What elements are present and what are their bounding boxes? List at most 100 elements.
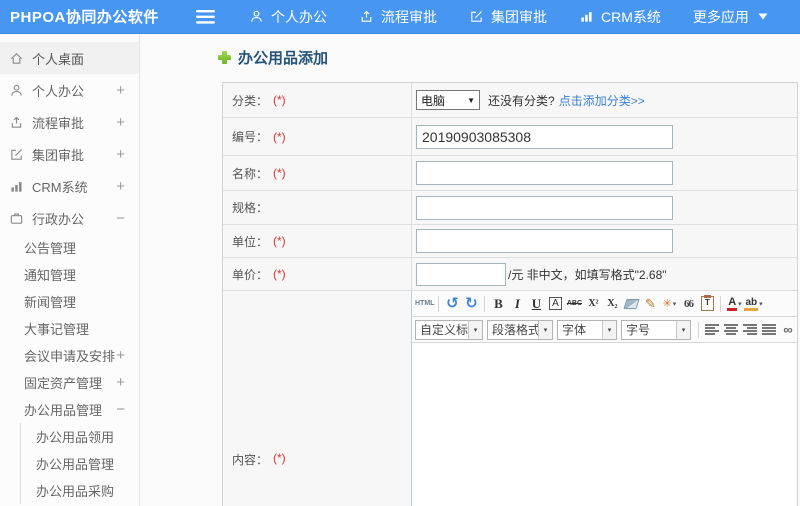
sidebar-item-4[interactable]: CRM系统 + bbox=[0, 170, 139, 202]
expand-icon[interactable]: + bbox=[116, 179, 125, 194]
align-right-icon[interactable] bbox=[741, 320, 759, 339]
bold-icon-glyph: B bbox=[494, 295, 503, 311]
menu-icon[interactable] bbox=[196, 9, 215, 24]
eraser-icon[interactable] bbox=[622, 294, 640, 313]
nav-item-label: CRM系统 bbox=[601, 8, 661, 25]
format-brush-icon-glyph: ✎ bbox=[645, 295, 656, 311]
sidebar-item-9[interactable]: 大事记管理 bbox=[0, 315, 139, 342]
paragraph-select[interactable]: 段落格式 ▾ bbox=[487, 319, 553, 340]
category-label: 分类： bbox=[232, 93, 269, 108]
link-icon[interactable]: ∞ bbox=[779, 320, 797, 339]
spec-label: 规格： bbox=[232, 201, 269, 215]
align-left-icon[interactable] bbox=[703, 320, 721, 339]
undo-icon[interactable]: ↺ bbox=[443, 294, 461, 313]
name-required-marker: (*) bbox=[273, 166, 286, 180]
collapse-icon[interactable]: − bbox=[116, 211, 125, 226]
code-required-marker: (*) bbox=[273, 129, 286, 144]
italic-icon[interactable]: I bbox=[508, 294, 526, 313]
spec-input[interactable] bbox=[416, 195, 673, 220]
flow-icon bbox=[9, 115, 24, 130]
app-logo: PHPOA协同办公软件 bbox=[10, 9, 159, 26]
sidebar-item-3[interactable]: 集团审批 + bbox=[0, 138, 139, 170]
auto-typeset-icon-glyph: ✳ bbox=[662, 298, 672, 310]
sidebar-item-8[interactable]: 新闻管理 bbox=[0, 288, 139, 315]
editor-content-area[interactable] bbox=[412, 343, 797, 506]
sidebar-item-0[interactable]: 个人桌面 bbox=[0, 42, 139, 74]
sidebar-item-15[interactable]: 办公用品采购 bbox=[20, 477, 139, 504]
sidebar-item-6[interactable]: 公告管理 bbox=[0, 234, 139, 261]
price-input[interactable] bbox=[416, 262, 506, 286]
nav-item-0[interactable]: 个人办公 bbox=[249, 7, 327, 27]
page-title-bar: 办公用品添加 bbox=[218, 47, 328, 68]
add-icon bbox=[218, 51, 231, 64]
highlight-icon[interactable]: ab ▾ bbox=[744, 294, 763, 313]
align-justify-icon[interactable] bbox=[760, 320, 778, 339]
expand-icon[interactable]: + bbox=[116, 348, 125, 363]
format-brush-icon[interactable]: ✎ bbox=[641, 294, 659, 313]
add-supplies-form: 分类： (*) 电脑 ▼ 还没有分类? 点击添加分类>> 编号： (*) 201… bbox=[222, 82, 798, 506]
sidebar-item-10[interactable]: 会议申请及安排 + bbox=[0, 342, 139, 369]
expand-icon[interactable]: + bbox=[116, 115, 125, 130]
sidebar-item-12[interactable]: 办公用品管理 − bbox=[0, 396, 139, 423]
align-center-icon[interactable] bbox=[722, 320, 740, 339]
add-category-link[interactable]: 点击添加分类>> bbox=[559, 92, 645, 109]
sidebar-item-label: 办公用品管理 bbox=[24, 403, 103, 418]
align-left-icon-glyph bbox=[705, 324, 719, 335]
underline-icon[interactable]: U bbox=[527, 294, 545, 313]
sidebar-item-13[interactable]: 办公用品领用 bbox=[20, 423, 139, 450]
form-row-content: 内容： (*) HTML ↺ ↻ B I U A ABC X² X₂ ✎ ✳ ▾ 66 T A ▾ ab ▾ 自定义… bbox=[223, 291, 797, 506]
auto-typeset-icon[interactable]: ✳ ▾ bbox=[660, 294, 678, 313]
paste-text-icon[interactable]: T bbox=[698, 294, 716, 313]
strikethrough-icon[interactable]: ABC bbox=[565, 294, 583, 313]
expand-icon[interactable]: + bbox=[116, 83, 125, 98]
blockquote-icon[interactable]: 66 bbox=[679, 294, 697, 313]
top-nav: 个人办公 流程审批 集团审批 CRM系统 更多应用 bbox=[249, 7, 768, 27]
paste-text-icon-glyph: T bbox=[700, 295, 714, 311]
paragraph-select-value: 段落格式 bbox=[492, 322, 538, 337]
unit-input[interactable] bbox=[416, 229, 673, 253]
price-required-marker: (*) bbox=[273, 267, 286, 281]
code-input[interactable] bbox=[416, 124, 673, 149]
nav-item-4[interactable]: 更多应用 bbox=[693, 7, 768, 27]
font-border-icon[interactable]: A bbox=[546, 294, 564, 313]
expand-icon[interactable]: + bbox=[116, 375, 125, 390]
sidebar-item-5[interactable]: 行政办公 − bbox=[0, 202, 139, 234]
category-select[interactable]: 电脑 ▼ bbox=[416, 90, 480, 110]
font-size-select[interactable]: 字号 ▾ bbox=[621, 319, 691, 340]
expand-icon[interactable]: + bbox=[116, 147, 125, 162]
editor-toolbar-row1: HTML ↺ ↻ B I U A ABC X² X₂ ✎ ✳ ▾ 66 T A ▾ ab ▾ bbox=[412, 291, 797, 317]
briefcase-icon bbox=[9, 211, 24, 226]
name-input[interactable] bbox=[416, 161, 673, 185]
sidebar-item-11[interactable]: 固定资产管理 + bbox=[0, 369, 139, 396]
superscript-icon[interactable]: X² bbox=[584, 294, 602, 313]
align-right-icon-glyph bbox=[743, 324, 757, 335]
dropdown-caret-icon: ▾ bbox=[672, 300, 677, 308]
unit-label: 单位： bbox=[232, 234, 269, 249]
nav-item-1[interactable]: 流程审批 bbox=[359, 7, 437, 27]
name-label: 名称： bbox=[232, 166, 269, 181]
sidebar-item-label: 行政办公 bbox=[32, 211, 85, 227]
custom-title-select[interactable]: 自定义标题▾ bbox=[415, 319, 483, 340]
sidebar-item-label: 个人办公 bbox=[32, 83, 85, 99]
sidebar-item-label: 大事记管理 bbox=[24, 322, 90, 337]
subscript-icon[interactable]: X₂ bbox=[603, 294, 621, 313]
sidebar-item-1[interactable]: 个人办公 + bbox=[0, 74, 139, 106]
sidebar-item-2[interactable]: 流程审批 + bbox=[0, 106, 139, 138]
source-code-button-glyph: HTML bbox=[415, 300, 435, 307]
source-code-button[interactable]: HTML bbox=[415, 294, 434, 313]
sidebar-item-label: 通知管理 bbox=[24, 268, 77, 283]
category-required-marker: (*) bbox=[273, 93, 286, 107]
redo-icon[interactable]: ↻ bbox=[462, 294, 480, 313]
content-label: 内容： bbox=[232, 453, 269, 467]
dropdown-caret-icon: ▾ bbox=[602, 320, 616, 339]
bold-icon[interactable]: B bbox=[489, 294, 507, 313]
font-family-select[interactable]: 字体 ▾ bbox=[557, 319, 617, 340]
collapse-icon[interactable]: − bbox=[116, 402, 125, 417]
sidebar-item-7[interactable]: 通知管理 bbox=[0, 261, 139, 288]
nav-item-2[interactable]: 集团审批 bbox=[469, 7, 547, 27]
sidebar-item-14[interactable]: 办公用品管理 bbox=[20, 450, 139, 477]
toolbar-separator bbox=[438, 295, 440, 312]
font-color-icon[interactable]: A ▾ bbox=[725, 294, 743, 313]
nav-item-3[interactable]: CRM系统 bbox=[579, 7, 661, 27]
align-justify-icon-glyph bbox=[762, 324, 776, 335]
